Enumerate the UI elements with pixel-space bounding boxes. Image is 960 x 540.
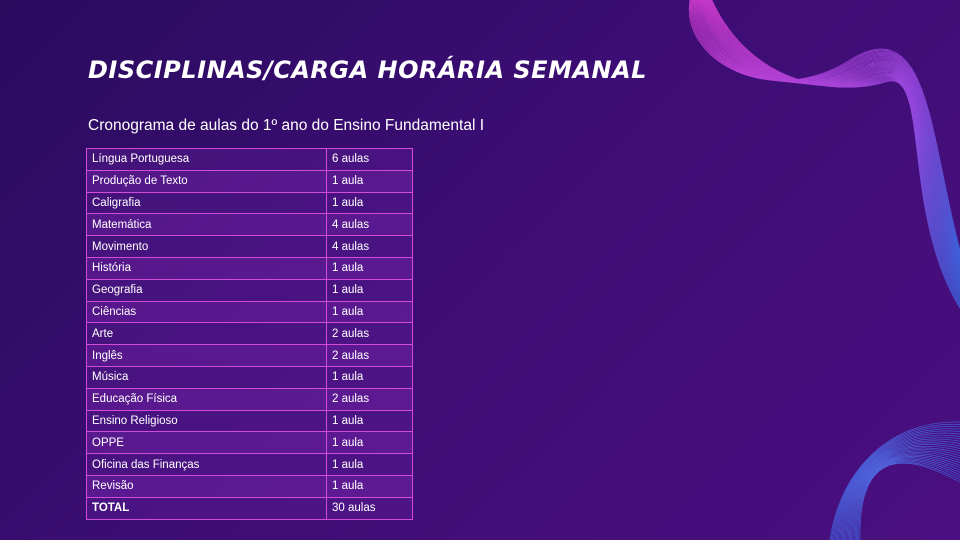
slide-subtitle: Cronograma de aulas do 1º ano do Ensino … <box>88 117 484 134</box>
table-row: Educação Física 2 aulas <box>86 387 413 411</box>
table-row: Arte 2 aulas <box>86 322 413 346</box>
table-row: História 1 aula <box>86 256 413 280</box>
subject-cell: Ciências <box>86 300 327 324</box>
table-row: Inglês 2 aulas <box>86 344 413 367</box>
table-row: Oficina das Finanças 1 aula <box>86 453 413 476</box>
subject-cell: Produção de Texto <box>86 169 327 193</box>
table-row: Música 1 aula <box>86 365 413 389</box>
total-label-cell: TOTAL <box>86 496 327 520</box>
table-row: OPPE 1 aula <box>86 431 413 455</box>
table-row: Revisão 1 aula <box>86 474 413 498</box>
hours-cell: 1 aula <box>326 474 413 498</box>
table-row: Ciências 1 aula <box>86 300 413 324</box>
subject-cell: Movimento <box>86 235 327 258</box>
table-row: Caligrafia 1 aula <box>86 191 413 215</box>
table-row: Movimento 4 aulas <box>86 235 413 258</box>
subject-cell: Educação Física <box>86 387 327 411</box>
hours-cell: 1 aula <box>326 300 413 324</box>
subject-cell: Revisão <box>86 474 327 498</box>
subject-cell: História <box>86 256 327 280</box>
table-row: Língua Portuguesa 6 aulas <box>86 148 413 171</box>
decorative-wave-bottom-right <box>829 421 960 540</box>
hours-cell: 1 aula <box>326 409 413 433</box>
subject-cell: Música <box>86 365 327 389</box>
hours-cell: 1 aula <box>326 365 413 389</box>
decorative-wave-top-right <box>688 0 960 309</box>
subject-cell: Oficina das Finanças <box>86 453 327 476</box>
subject-cell: Geografia <box>86 278 327 302</box>
table-row: Geografia 1 aula <box>86 278 413 302</box>
schedule-table: Língua Portuguesa 6 aulas Produção de Text… <box>86 148 413 520</box>
hours-cell: 4 aulas <box>326 213 413 237</box>
hours-cell: 2 aulas <box>326 322 413 346</box>
total-row: TOTAL 30 aulas <box>86 496 413 520</box>
subject-cell: Língua Portuguesa <box>86 148 327 171</box>
slide-title: DISCIPLINAS/CARGA HORÁRIA SEMANAL <box>88 56 647 84</box>
hours-cell: 1 aula <box>326 256 413 280</box>
total-hours-cell: 30 aulas <box>326 496 413 520</box>
subject-cell: Ensino Religioso <box>86 409 327 433</box>
table-row: Matemática 4 aulas <box>86 213 413 237</box>
subject-cell: Matemática <box>86 213 327 237</box>
hours-cell: 1 aula <box>326 431 413 455</box>
subject-cell: Caligrafia <box>86 191 327 215</box>
hours-cell: 4 aulas <box>326 235 413 258</box>
hours-cell: 2 aulas <box>326 387 413 411</box>
hours-cell: 1 aula <box>326 278 413 302</box>
hours-cell: 2 aulas <box>326 344 413 367</box>
hours-cell: 1 aula <box>326 169 413 193</box>
schedule-table-body: Língua Portuguesa 6 aulas Produção de Text… <box>86 148 413 520</box>
hours-cell: 1 aula <box>326 453 413 476</box>
hours-cell: 1 aula <box>326 191 413 215</box>
subject-cell: OPPE <box>86 431 327 455</box>
hours-cell: 6 aulas <box>326 148 413 171</box>
subject-cell: Arte <box>86 322 327 346</box>
subject-cell: Inglês <box>86 344 327 367</box>
table-row: Ensino Religioso 1 aula <box>86 409 413 433</box>
table-row: Produção de Texto 1 aula <box>86 169 413 193</box>
